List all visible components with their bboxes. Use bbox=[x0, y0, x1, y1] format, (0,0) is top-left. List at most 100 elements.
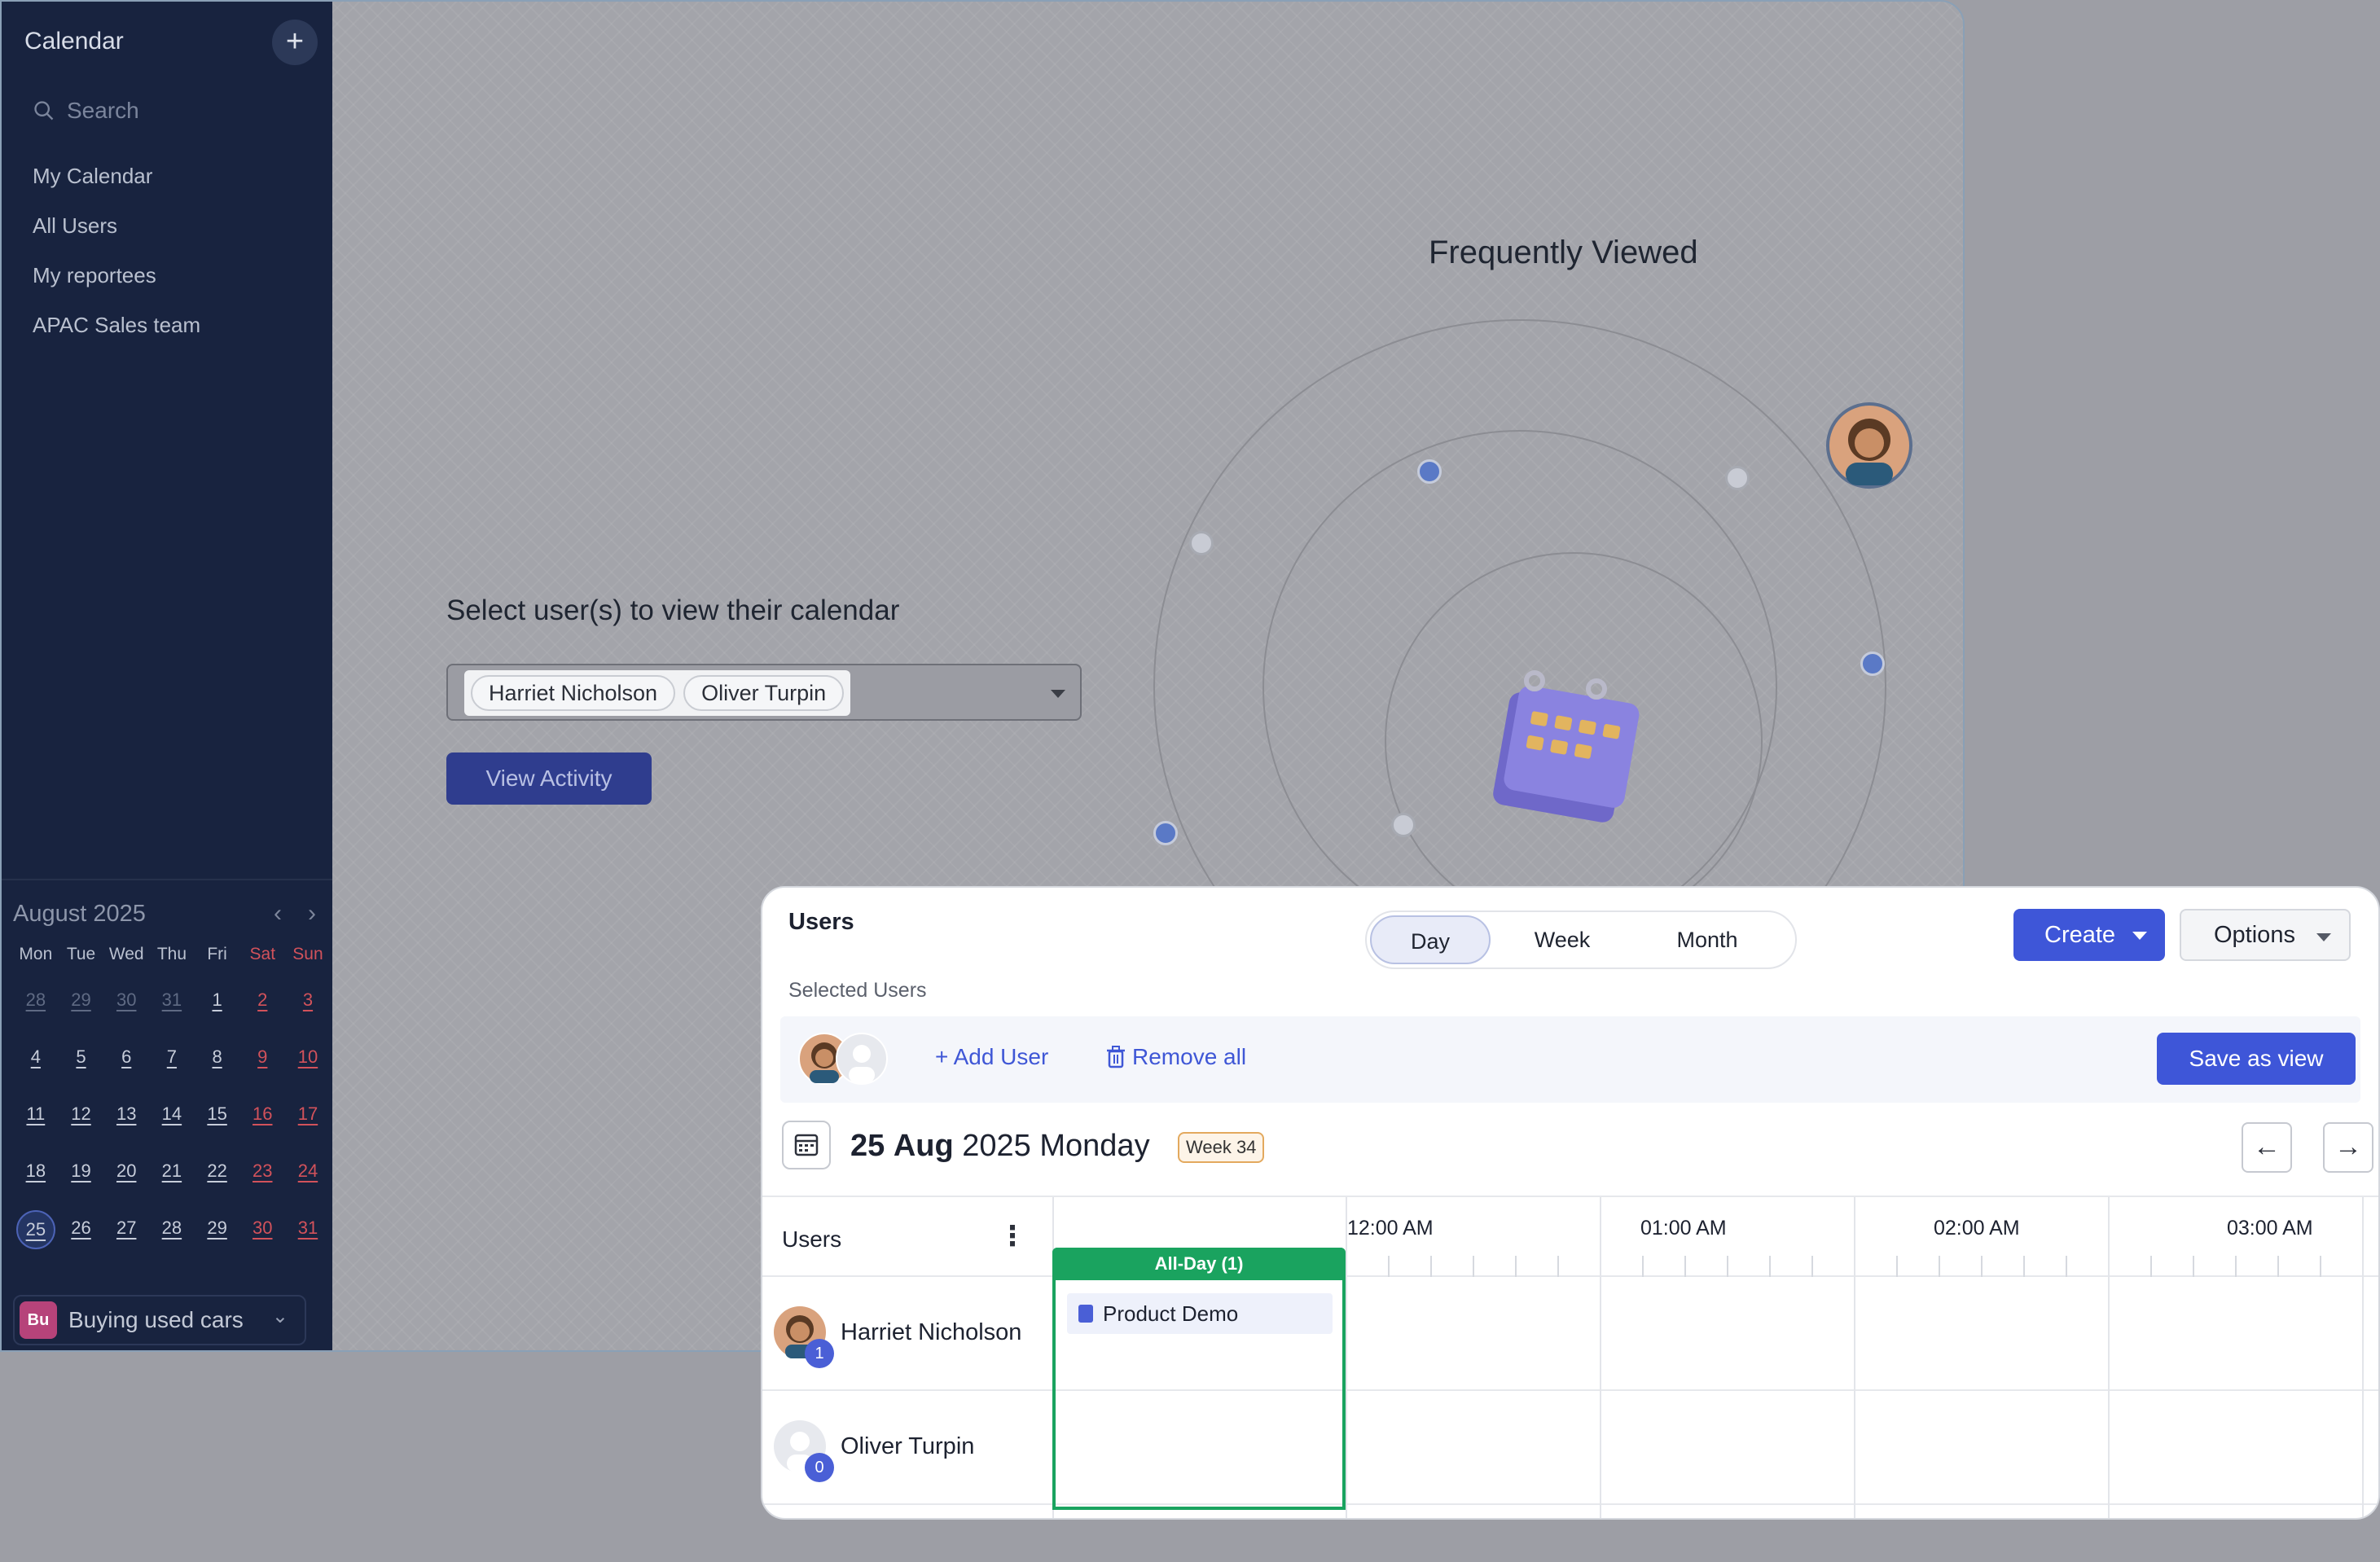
mini-calendar-day[interactable]: 25 bbox=[15, 1210, 55, 1249]
users-panel: Users Day Week Month Create Options Sele… bbox=[761, 886, 2380, 1520]
mini-calendar-day[interactable]: 30 bbox=[243, 1210, 282, 1249]
mini-calendar-day[interactable]: 21 bbox=[152, 1153, 191, 1192]
calendar-icon[interactable] bbox=[782, 1121, 831, 1169]
time-tick bbox=[1430, 1256, 1432, 1277]
prev-month-icon[interactable]: ‹ bbox=[274, 900, 282, 928]
remove-all-label: Remove all bbox=[1132, 1044, 1247, 1069]
mini-calendar-day[interactable]: 16 bbox=[243, 1096, 282, 1135]
save-as-view-button[interactable]: Save as view bbox=[2157, 1033, 2356, 1085]
event-count-badge: 1 bbox=[805, 1339, 834, 1368]
time-tick bbox=[1981, 1256, 1983, 1277]
mini-calendar-weekdays: Mon Tue Wed Thu Fri Sat Sun bbox=[13, 945, 323, 964]
tab-day[interactable]: Day bbox=[1370, 915, 1491, 964]
mini-calendar-day[interactable]: 3 bbox=[288, 982, 327, 1021]
view-activity-button[interactable]: View Activity bbox=[446, 752, 652, 805]
row-divider bbox=[762, 1503, 2378, 1505]
mini-calendar-day[interactable]: 28 bbox=[16, 982, 55, 1021]
mini-calendar-day[interactable]: 27 bbox=[107, 1210, 146, 1249]
time-label: 12:00 AM bbox=[1347, 1217, 1434, 1240]
mini-calendar-day[interactable]: 14 bbox=[152, 1096, 191, 1135]
trash-icon bbox=[1107, 1046, 1125, 1068]
mini-calendar-day[interactable]: 28 bbox=[152, 1210, 191, 1249]
user-chip[interactable]: Oliver Turpin bbox=[683, 675, 845, 711]
mini-calendar-days: 28 29 30 31 1 2 3 4 5 6 7 8 9 10 11 12 13 14 15 16 17 18 19 20 2… bbox=[13, 982, 323, 1267]
time-tick bbox=[1939, 1256, 1940, 1277]
mini-calendar-day[interactable]: 7 bbox=[152, 1039, 191, 1078]
all-day-column: All-Day (1) Product Demo bbox=[1052, 1248, 1346, 1510]
more-options-icon[interactable]: ⋮ bbox=[999, 1220, 1026, 1253]
row-divider bbox=[762, 1389, 2378, 1391]
sidebar-item-my-calendar[interactable]: My Calendar bbox=[33, 158, 200, 208]
current-date: 25 Aug 2025 Monday bbox=[850, 1129, 1150, 1163]
mini-calendar-day[interactable]: 11 bbox=[16, 1096, 55, 1135]
time-tick bbox=[1388, 1256, 1390, 1277]
sidebar-item-all-users[interactable]: All Users bbox=[33, 208, 200, 257]
mini-calendar-day[interactable]: 4 bbox=[16, 1039, 55, 1078]
weekday-label: Thu bbox=[156, 945, 187, 963]
layout-label: Buying used cars bbox=[68, 1307, 244, 1332]
search-placeholder: Search bbox=[67, 98, 139, 123]
mini-calendar-day[interactable]: 15 bbox=[198, 1096, 237, 1135]
options-button[interactable]: Options bbox=[2180, 909, 2351, 961]
time-tick bbox=[1600, 1197, 1601, 1518]
avatar[interactable] bbox=[836, 1033, 888, 1085]
remove-all-button[interactable]: Remove all bbox=[1106, 1044, 1246, 1070]
mini-calendar-day[interactable]: 29 bbox=[62, 982, 101, 1021]
event-title: Product Demo bbox=[1103, 1301, 1239, 1326]
mini-calendar-day[interactable]: 31 bbox=[288, 1210, 327, 1249]
mini-calendar-day[interactable]: 17 bbox=[288, 1096, 327, 1135]
time-tick bbox=[2193, 1256, 2194, 1277]
event-product-demo[interactable]: Product Demo bbox=[1067, 1293, 1333, 1334]
event-count-badge: 0 bbox=[805, 1453, 834, 1482]
mini-calendar-day[interactable]: 31 bbox=[152, 982, 191, 1021]
layout-selector[interactable]: Bu Buying used cars ⌄ bbox=[13, 1295, 306, 1345]
task-icon bbox=[1078, 1305, 1093, 1323]
mini-calendar-day[interactable]: 5 bbox=[62, 1039, 101, 1078]
mini-calendar-day[interactable]: 18 bbox=[16, 1153, 55, 1192]
sidebar-search[interactable]: Search bbox=[33, 93, 310, 129]
panel-title: Users bbox=[788, 909, 854, 935]
sidebar-divider bbox=[2, 879, 332, 880]
add-user-button[interactable]: + Add User bbox=[935, 1044, 1048, 1070]
user-row-name[interactable]: Oliver Turpin bbox=[841, 1433, 974, 1460]
mini-calendar-day[interactable]: 29 bbox=[198, 1210, 237, 1249]
mini-calendar-day[interactable]: 1 bbox=[198, 982, 237, 1021]
tab-week[interactable]: Week bbox=[1491, 915, 1634, 964]
add-calendar-button[interactable]: + bbox=[272, 20, 318, 65]
create-button[interactable]: Create bbox=[2013, 909, 2165, 961]
sidebar-item-apac-sales-team[interactable]: APAC Sales team bbox=[33, 307, 200, 357]
mini-calendar-day[interactable]: 10 bbox=[288, 1039, 327, 1078]
time-tick bbox=[2235, 1256, 2237, 1277]
mini-calendar-day[interactable]: 24 bbox=[288, 1153, 327, 1192]
mini-calendar-day[interactable]: 2 bbox=[243, 982, 282, 1021]
next-day-button[interactable]: → bbox=[2323, 1122, 2373, 1173]
weekday-label: Sat bbox=[249, 945, 276, 963]
calendar-illustration-icon bbox=[1468, 668, 1655, 831]
mini-calendar-day[interactable]: 6 bbox=[107, 1039, 146, 1078]
user-row-name[interactable]: Harriet Nicholson bbox=[841, 1319, 1021, 1346]
time-tick bbox=[1557, 1256, 1559, 1277]
next-month-icon[interactable]: › bbox=[308, 900, 316, 928]
mini-calendar-day[interactable]: 8 bbox=[198, 1039, 237, 1078]
mini-calendar-day[interactable]: 26 bbox=[62, 1210, 101, 1249]
dropdown-caret-icon[interactable] bbox=[1051, 690, 1065, 698]
mini-calendar-day[interactable]: 12 bbox=[62, 1096, 101, 1135]
frequent-user-avatar[interactable] bbox=[1826, 402, 1912, 489]
mini-calendar-day[interactable]: 30 bbox=[107, 982, 146, 1021]
mini-calendar-day[interactable]: 9 bbox=[243, 1039, 282, 1078]
mini-calendar-day[interactable]: 20 bbox=[107, 1153, 146, 1192]
mini-calendar-day[interactable]: 19 bbox=[62, 1153, 101, 1192]
sidebar-item-my-reportees[interactable]: My reportees bbox=[33, 257, 200, 307]
time-tick bbox=[1811, 1256, 1813, 1277]
time-label: 02:00 AM bbox=[1934, 1217, 2020, 1240]
user-select[interactable]: Harriet Nicholson Oliver Turpin bbox=[446, 664, 1082, 721]
prev-day-button[interactable]: ← bbox=[2242, 1122, 2292, 1173]
time-tick bbox=[2066, 1256, 2067, 1277]
user-chip[interactable]: Harriet Nicholson bbox=[471, 675, 676, 711]
time-tick bbox=[1769, 1256, 1771, 1277]
mini-calendar-day[interactable]: 22 bbox=[198, 1153, 237, 1192]
tab-month[interactable]: Month bbox=[1634, 915, 1781, 964]
mini-calendar-day[interactable]: 23 bbox=[243, 1153, 282, 1192]
all-day-header: All-Day (1) bbox=[1052, 1248, 1346, 1280]
mini-calendar-day[interactable]: 13 bbox=[107, 1096, 146, 1135]
